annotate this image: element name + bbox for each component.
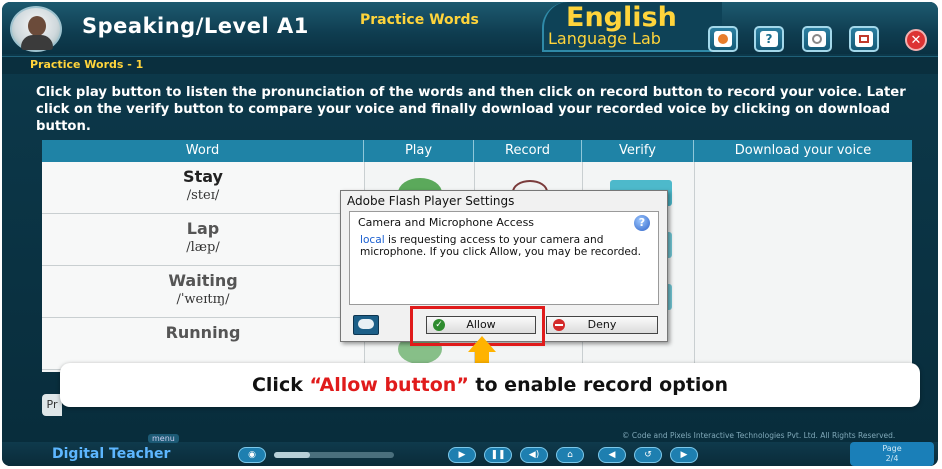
subheader: Practice Words - 1: [2, 56, 938, 74]
table-row: Stay /steɪ/: [42, 162, 364, 214]
callout-prefix: Click: [251, 374, 310, 396]
word-text: Stay: [183, 167, 223, 186]
column-header-verify: Verify: [582, 140, 694, 162]
deny-button[interactable]: Deny: [546, 316, 658, 334]
home-control[interactable]: ⌂: [556, 447, 584, 463]
next-control[interactable]: ▶: [670, 447, 698, 463]
ipa-text: /steɪ/: [186, 188, 220, 203]
page-label: Page: [882, 444, 902, 453]
camera-icon: [714, 31, 732, 47]
page-title: Speaking/Level A1: [82, 14, 309, 38]
seek-progress: [274, 452, 310, 458]
pause-icon: ❚❚: [490, 450, 506, 460]
replay-icon: ↺: [644, 450, 652, 460]
column-header-record: Record: [474, 140, 582, 162]
word-text: Lap: [186, 219, 220, 238]
instructions-text: Click play button to listen the pronunci…: [36, 85, 906, 134]
header: Speaking/Level A1 Practice Words English…: [2, 2, 938, 54]
subheader-title: Practice Words - 1: [30, 58, 144, 71]
monitor-icon[interactable]: [353, 315, 379, 335]
back-icon: ◀: [608, 450, 616, 460]
speaker-icon: ◉: [248, 450, 256, 460]
column-header-play: Play: [364, 140, 474, 162]
ipa-text: /læp/: [186, 240, 220, 255]
close-icon: ✕: [910, 32, 922, 48]
next-icon: ▶: [680, 450, 688, 460]
dialog-heading: Camera and Microphone Access: [358, 216, 535, 229]
page-indicator: Page 2/4: [850, 442, 934, 466]
brand-title: English: [566, 2, 677, 33]
arrow-stem: [475, 351, 489, 363]
dialog-message-text: is requesting access to your camera and …: [360, 234, 642, 258]
play-icon: ▶: [458, 450, 466, 460]
sound-control[interactable]: ◀): [520, 447, 548, 463]
previous-button[interactable]: Pr: [42, 394, 62, 416]
column-header-word: Word: [42, 140, 364, 162]
logo-text: Digital Teacher: [52, 446, 171, 462]
play-control[interactable]: ▶: [448, 447, 476, 463]
home-icon: ⌂: [567, 450, 573, 460]
help-button[interactable]: ?: [754, 26, 784, 52]
ipa-text: /ˈweɪtɪŋ/: [176, 292, 230, 307]
local-link[interactable]: local: [360, 234, 385, 246]
dialog-message: local is requesting access to your camer…: [360, 234, 654, 258]
callout-highlight: “Allow button”: [309, 374, 469, 396]
dialog-title: Adobe Flash Player Settings: [347, 194, 515, 208]
logo: Digital Teacher: [52, 446, 170, 462]
volume-button[interactable]: ◉: [238, 447, 266, 463]
camera-button[interactable]: [708, 26, 738, 52]
help-icon: ?: [760, 31, 778, 47]
dialog-body: Camera and Microphone Access ? local is …: [349, 211, 659, 305]
help-icon[interactable]: ?: [634, 215, 650, 231]
notes-button[interactable]: [849, 26, 879, 52]
sound-icon: ◀): [528, 450, 540, 460]
settings-button[interactable]: [802, 26, 832, 52]
column-header-download: Download your voice: [694, 140, 912, 162]
back-control[interactable]: ◀: [598, 447, 626, 463]
deny-icon: [553, 319, 565, 331]
page-value: 2/4: [885, 454, 899, 463]
app-window: Speaking/Level A1 Practice Words English…: [2, 2, 938, 466]
copyright-text: © Code and Pixels Interactive Technologi…: [622, 431, 896, 440]
notes-icon: [855, 31, 873, 47]
settings-icon: [808, 31, 826, 47]
brand-subtitle: Language Lab: [548, 29, 661, 48]
avatar-icon: [10, 6, 62, 52]
section-title: Practice Words: [360, 12, 479, 28]
arrow-up-icon: [468, 336, 496, 352]
word-text: Running: [165, 323, 241, 342]
deny-label: Deny: [587, 318, 617, 331]
word-text: Waiting: [168, 271, 238, 290]
callout-suffix: to enable record option: [468, 374, 729, 396]
pause-control[interactable]: ❚❚: [484, 447, 512, 463]
table-row: Lap /læp/: [42, 214, 364, 266]
menu-button[interactable]: menu: [148, 434, 179, 443]
close-button[interactable]: ✕: [905, 29, 927, 51]
instruction-callout: Click “Allow button” to enable record op…: [60, 363, 920, 407]
replay-control[interactable]: ↺: [634, 447, 662, 463]
table-row: Waiting /ˈweɪtɪŋ/: [42, 266, 364, 318]
seek-bar[interactable]: [274, 452, 394, 458]
